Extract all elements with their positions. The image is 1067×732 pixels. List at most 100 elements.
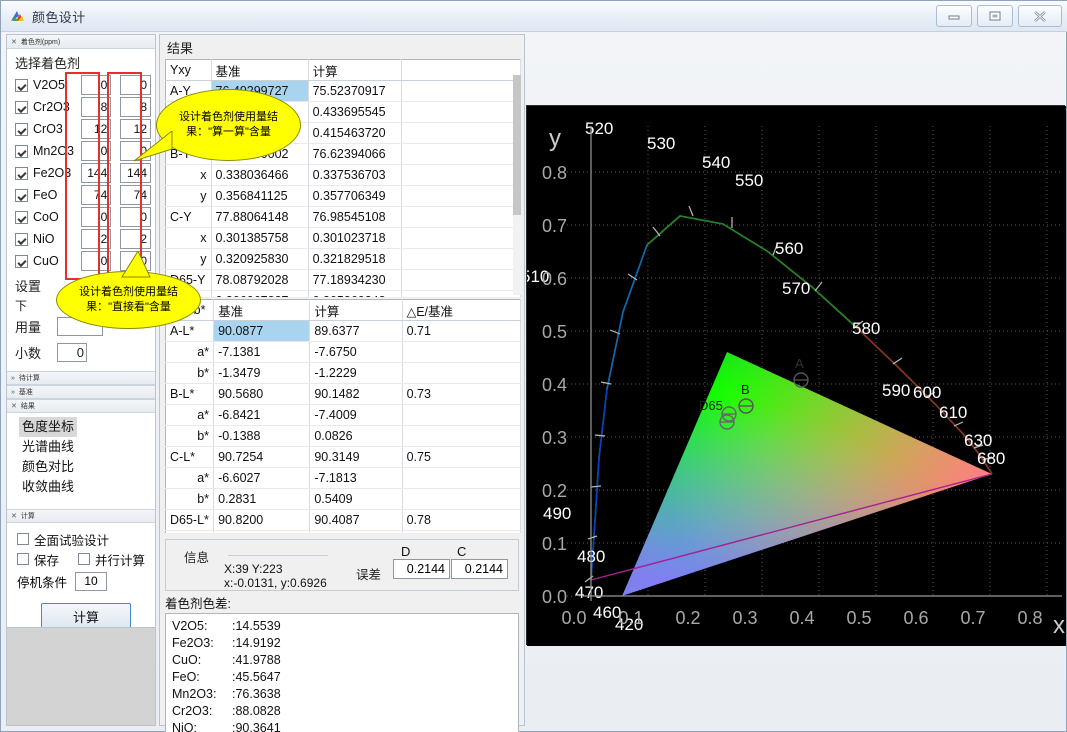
yxy-base-8[interactable]: 0.320925830: [211, 248, 309, 270]
result-item-chromaticity[interactable]: 色度坐标: [19, 417, 78, 437]
colorant-calc-input-6[interactable]: 0: [120, 207, 151, 227]
table-row[interactable]: C-Y 77.88064148 76.98545108: [165, 206, 522, 228]
stop-condition-input[interactable]: 10: [75, 572, 108, 591]
colorant-checkbox-1[interactable]: [15, 100, 28, 114]
colorant-checkbox-7[interactable]: [15, 232, 28, 246]
colorant-base-input-7[interactable]: 2: [80, 229, 112, 249]
svg-text:540: 540: [702, 153, 730, 172]
lab-table-container: L*a*b* 基准 计算 △E/基准 A-L*90.087789.63770.7…: [160, 299, 524, 533]
yxy-base-7[interactable]: 0.301385758: [211, 227, 309, 249]
yxy-extra-0: [401, 80, 522, 102]
calculate-button[interactable]: 计算: [41, 603, 131, 629]
table-row[interactable]: a* -7.1381 -7.6750: [165, 341, 522, 363]
lab-label-7: a*: [165, 467, 215, 489]
yxy-base-9[interactable]: 78.08792028: [211, 269, 309, 291]
result-item-convergence[interactable]: 收敛曲线: [19, 477, 77, 497]
decimal-input[interactable]: 0: [57, 342, 87, 362]
table-row[interactable]: D65-Y 78.08792028 77.18934230: [165, 269, 522, 291]
expand-icon-standard[interactable]: »: [11, 389, 15, 396]
yxy-base-4[interactable]: 0.338036466: [211, 164, 309, 186]
full-design-row[interactable]: 全面试验设计: [17, 529, 155, 549]
lab-base-3[interactable]: 90.5680: [213, 383, 311, 405]
yxy-base-6[interactable]: 77.88064148: [211, 206, 309, 228]
collapse-icon[interactable]: ✕: [11, 38, 17, 46]
error-d-input[interactable]: 0.2144: [393, 559, 450, 579]
parallel-checkbox[interactable]: [78, 553, 91, 565]
table-row[interactable]: x0.3060678870.305860248: [165, 290, 522, 297]
yxy-table-scrollbar[interactable]: [513, 75, 521, 295]
collapse-icon-calc[interactable]: ✕: [11, 512, 17, 520]
colorant-base-input-5[interactable]: 74: [80, 185, 112, 205]
table-row[interactable]: y 0.320925830 0.321829518: [165, 248, 522, 270]
colorant-checkbox-8[interactable]: [15, 254, 28, 268]
lab-base-8[interactable]: 0.2831: [213, 488, 311, 510]
table-row[interactable]: D65-L* 90.8200 90.4087 0.78: [165, 509, 522, 531]
colorant-checkbox-2[interactable]: [15, 122, 28, 136]
chromaticity-diagram[interactable]: 420 460 470 480 490 510 520 530 540 550 …: [526, 105, 1066, 646]
error-c-input[interactable]: 0.2144: [451, 559, 508, 579]
table-row[interactable]: a*-6.5943-7.1617: [165, 530, 522, 533]
lab-de-7: [402, 467, 522, 489]
table-row[interactable]: A-L* 90.0877 89.6377 0.71: [165, 320, 522, 342]
colorant-base-input-3[interactable]: 0: [80, 141, 112, 161]
table-row[interactable]: a* -6.6027 -7.1813: [165, 467, 522, 489]
colorant-checkbox-0[interactable]: [15, 78, 28, 92]
panel-header-label: 着色剂(ppm): [20, 38, 61, 46]
table-row[interactable]: b* 0.2831 0.5409: [165, 488, 522, 510]
colorant-base-input-0[interactable]: 0: [80, 75, 112, 95]
lab-base-10[interactable]: -6.5943: [213, 530, 311, 533]
colorant-base-input-4[interactable]: 144: [80, 163, 112, 183]
table-row[interactable]: b* -0.1388 0.0826: [165, 425, 522, 447]
colorant-calc-input-0[interactable]: 0: [120, 75, 151, 95]
collapse-icon-results[interactable]: ✕: [11, 402, 17, 410]
colorant-base-input-6[interactable]: 0: [80, 207, 112, 227]
svg-text:0.5: 0.5: [846, 608, 871, 628]
table-row[interactable]: C-L* 90.7254 90.3149 0.75: [165, 446, 522, 468]
lab-base-6[interactable]: 90.7254: [213, 446, 311, 468]
colorant-checkbox-3[interactable]: [15, 144, 28, 158]
lab-base-4[interactable]: -6.8421: [213, 404, 311, 426]
lab-base-7[interactable]: -6.6027: [213, 467, 311, 489]
table-row[interactable]: b* -1.3479 -1.2229: [165, 362, 522, 384]
scrollbar-thumb[interactable]: [513, 75, 521, 215]
close-button[interactable]: [1018, 5, 1062, 27]
colorant-calc-input-5[interactable]: 74: [120, 185, 151, 205]
minimize-button[interactable]: [936, 5, 972, 27]
colorant-base-input-1[interactable]: 8: [80, 97, 112, 117]
panel-header-colorant[interactable]: ✕ 着色剂(ppm): [7, 35, 155, 49]
panel-header-standard[interactable]: » 基准: [7, 385, 155, 399]
colorant-checkbox-4[interactable]: [15, 166, 28, 180]
lab-base-5[interactable]: -0.1388: [213, 425, 311, 447]
lab-de-1: [402, 341, 522, 363]
expand-icon-pending[interactable]: »: [11, 375, 15, 382]
colorant-calc-input-1[interactable]: 8: [120, 97, 151, 117]
lab-base-1[interactable]: -7.1381: [213, 341, 311, 363]
save-checkbox[interactable]: [17, 553, 29, 565]
panel-header-results[interactable]: ✕ 结果: [7, 399, 155, 413]
lab-base-0[interactable]: 90.0877: [213, 320, 311, 342]
colorant-calc-input-7[interactable]: 2: [120, 229, 151, 249]
table-row[interactable]: x 0.301385758 0.301023718: [165, 227, 522, 249]
panel-header-calc[interactable]: ✕ 计算: [7, 509, 155, 523]
lab-base-2[interactable]: -1.3479: [213, 362, 311, 384]
yxy-base-10[interactable]: 0.306067887: [211, 290, 309, 297]
full-design-checkbox[interactable]: [17, 533, 29, 545]
table-row[interactable]: a* -6.8421 -7.4009: [165, 404, 522, 426]
colorant-checkbox-5[interactable]: [15, 188, 28, 202]
result-item-color-compare[interactable]: 颜色对比: [19, 457, 77, 477]
colorant-base-input-8[interactable]: 0: [80, 251, 112, 271]
colorant-base-input-2[interactable]: 12: [80, 119, 112, 139]
table-row[interactable]: B-L* 90.5680 90.1482 0.73: [165, 383, 522, 405]
table-row[interactable]: x 0.338036466 0.337536703: [165, 164, 522, 186]
panel-header-pending[interactable]: » 待计算: [7, 371, 155, 385]
lab-de-8: [402, 488, 522, 510]
next-label: 下: [15, 298, 28, 313]
colorant-checkbox-6[interactable]: [15, 210, 28, 224]
yxy-base-5[interactable]: 0.356841125: [211, 185, 309, 207]
result-item-spectral[interactable]: 光谱曲线: [19, 437, 77, 457]
svg-text:0.3: 0.3: [542, 428, 567, 448]
table-row[interactable]: y 0.356841125 0.357706349: [165, 185, 522, 207]
lab-base-9[interactable]: 90.8200: [213, 509, 311, 531]
error-c-label: C: [457, 544, 467, 559]
maximize-button[interactable]: [977, 5, 1013, 27]
